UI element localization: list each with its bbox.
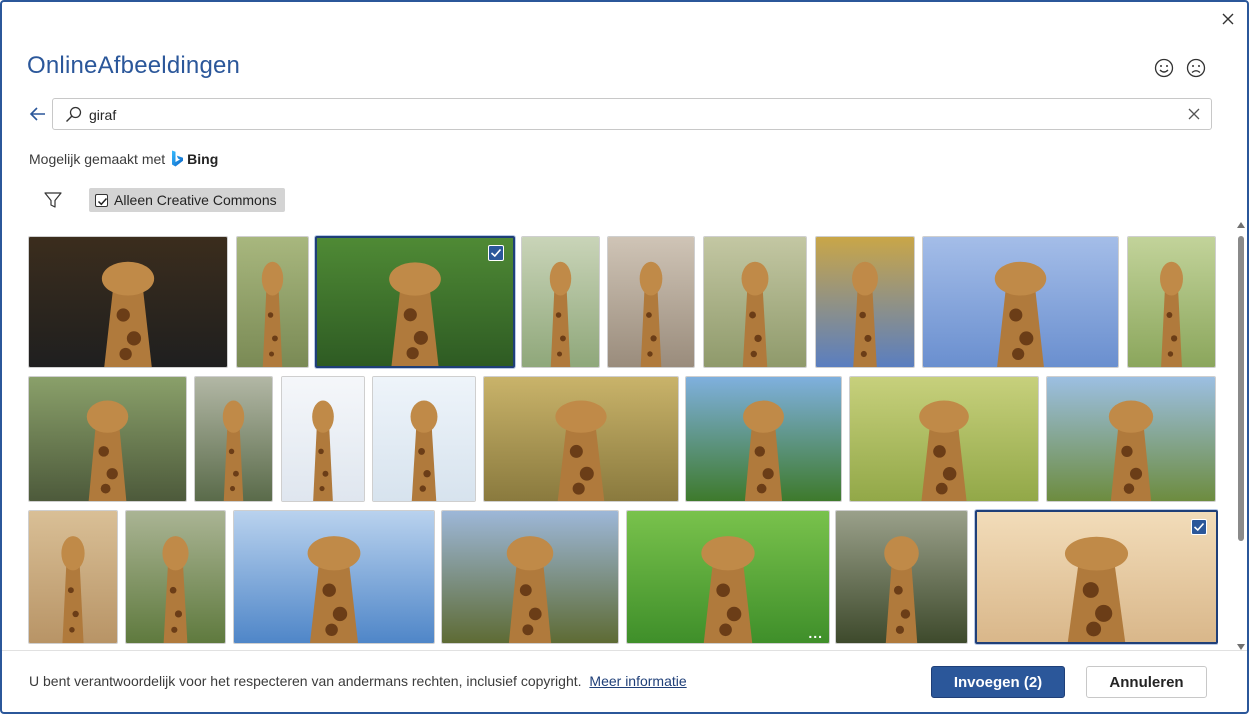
giraffe-photo [29,237,227,367]
image-tile[interactable] [28,510,118,644]
image-tile[interactable] [233,510,435,644]
image-tile[interactable] [372,376,476,502]
giraffe-photo [29,377,186,501]
image-tile[interactable] [835,510,968,644]
image-tile[interactable] [28,376,187,502]
cancel-button[interactable]: Annuleren [1086,666,1207,698]
image-tile[interactable] [281,376,365,502]
giraffe-photo [704,237,806,367]
checkmark-icon [490,248,502,258]
footer-divider [2,650,1247,651]
image-tile[interactable] [703,236,807,368]
image-tile[interactable] [125,510,226,644]
image-tile[interactable] [521,236,600,368]
bing-logo: Bing [171,150,218,167]
giraffe-photo [126,511,225,643]
search-input[interactable] [89,103,1169,127]
image-tile[interactable]: ... [626,510,830,644]
selected-checkbox[interactable] [488,245,504,261]
image-tile[interactable] [607,236,695,368]
search-box [52,98,1212,130]
giraffe-photo [442,511,618,643]
giraffe-photo [317,238,513,366]
giraffe-photo [608,237,694,367]
smiley-sad-icon[interactable] [1185,57,1207,79]
image-tile[interactable] [236,236,309,368]
giraffe-photo [977,512,1216,642]
bing-icon [172,150,184,167]
giraffe-photo [850,377,1038,501]
giraffe-photo [29,511,117,643]
online-pictures-dialog: OnlineAfbeeldingen Mogelijk gemaakt met … [0,0,1249,714]
giraffe-photo [686,377,841,501]
image-tile[interactable] [483,376,679,502]
image-tile[interactable] [441,510,619,644]
giraffe-photo [234,511,434,643]
copyright-disclaimer: U bent verantwoordelijk voor het respect… [29,673,687,689]
creative-commons-label: Alleen Creative Commons [114,192,277,208]
image-gallery: ... [28,234,1218,646]
creative-commons-filter[interactable]: Alleen Creative Commons [89,188,285,212]
gallery-scrollbar[interactable] [1235,222,1247,650]
image-tile[interactable] [1127,236,1216,368]
giraffe-photo [836,511,967,643]
giraffe-photo [484,377,678,501]
bing-brand-text: Bing [187,150,219,167]
giraffe-photo [1047,377,1215,501]
giraffe-photo [282,377,364,501]
giraffe-photo [923,237,1118,367]
search-icon [66,106,82,122]
image-tile[interactable] [922,236,1119,368]
insert-button[interactable]: Invoegen (2) [931,666,1065,698]
image-tile[interactable] [194,376,273,502]
smiley-happy-icon[interactable] [1153,57,1175,79]
checkmark-icon [97,197,108,205]
giraffe-photo [816,237,914,367]
clear-search-icon[interactable] [1187,107,1201,121]
scroll-up-icon[interactable] [1237,222,1245,228]
image-tile[interactable] [315,236,515,368]
more-options-button[interactable]: ... [808,625,823,641]
giraffe-photo [195,377,272,501]
powered-by-text: Mogelijk gemaakt met [29,150,166,167]
image-tile[interactable] [975,510,1218,644]
giraffe-photo [1128,237,1215,367]
close-icon[interactable] [1219,10,1237,28]
powered-by: Mogelijk gemaakt met Bing [29,150,218,167]
creative-commons-checkbox[interactable] [95,193,108,207]
disclaimer-text: U bent verantwoordelijk voor het respect… [29,673,582,689]
scrollbar-thumb[interactable] [1238,236,1244,541]
more-info-link[interactable]: Meer informatie [589,673,686,689]
checkmark-icon [1193,522,1205,532]
image-tile[interactable] [849,376,1039,502]
image-tile[interactable] [815,236,915,368]
image-tile[interactable] [685,376,842,502]
image-tile[interactable] [28,236,228,368]
dialog-title: OnlineAfbeeldingen [27,52,241,79]
selected-checkbox[interactable] [1191,519,1207,535]
giraffe-photo [373,377,475,501]
filter-icon[interactable] [42,189,64,211]
giraffe-photo [237,237,308,367]
giraffe-photo [627,511,829,643]
image-tile[interactable] [1046,376,1216,502]
arrow-left-icon[interactable] [27,103,49,125]
giraffe-photo [522,237,599,367]
